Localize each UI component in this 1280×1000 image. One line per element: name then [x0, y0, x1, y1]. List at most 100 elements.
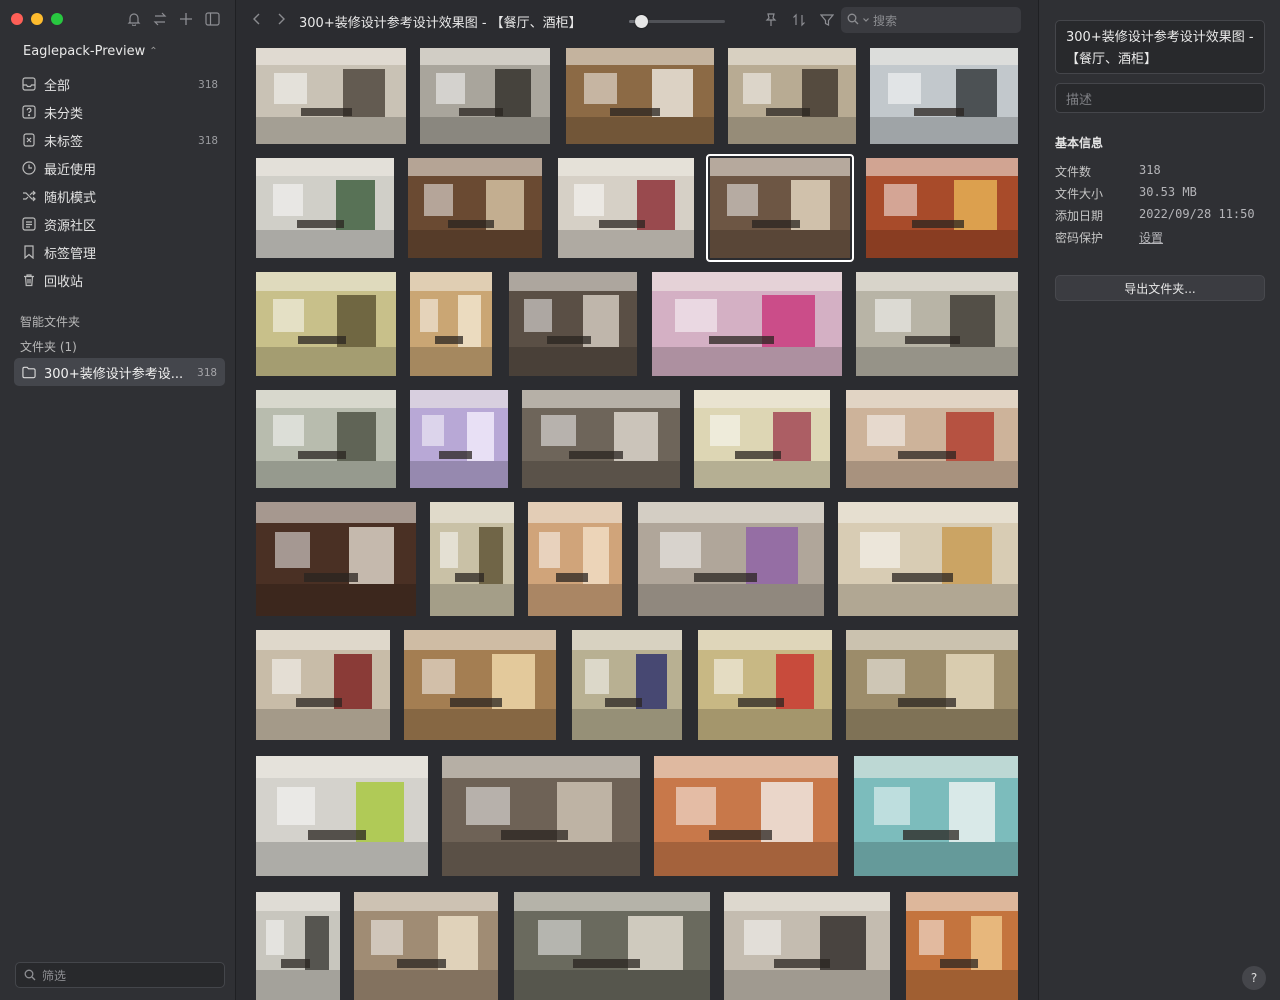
library-name: Eaglepack-Preview	[23, 44, 146, 59]
filter-input[interactable]: 筛选	[15, 962, 225, 988]
page-title: 300+装修设计参考设计效果图 - 【餐厅、酒柜】	[299, 16, 582, 31]
thumbnail[interactable]	[728, 48, 856, 144]
export-folder-button[interactable]: 导出文件夹...	[1055, 275, 1265, 301]
info-row-date-added: 添加日期 2022/09/28 11:50	[1055, 207, 1255, 224]
thumbnail[interactable]	[410, 390, 508, 488]
help-button[interactable]: ?	[1242, 966, 1266, 990]
thumbnail[interactable]	[256, 502, 416, 616]
thumbnail[interactable]	[256, 158, 394, 258]
history-nav	[252, 12, 286, 30]
library-switcher[interactable]: Eaglepack-Preview ⌃	[23, 44, 158, 59]
thumbnail[interactable]	[706, 154, 854, 262]
thumbnail[interactable]	[256, 756, 428, 876]
plus-icon[interactable]	[178, 11, 194, 27]
thumbnail[interactable]	[410, 272, 492, 376]
thumbnail[interactable]	[354, 892, 498, 1000]
info-value: 30.53 MB	[1139, 185, 1197, 199]
thumbnail[interactable]	[638, 502, 824, 616]
sidebar-item-recent[interactable]: 最近使用	[14, 154, 226, 182]
thumbnail[interactable]	[522, 390, 680, 488]
thumbnail[interactable]	[528, 502, 622, 616]
thumbnail[interactable]	[509, 272, 637, 376]
thumbnail[interactable]	[856, 272, 1018, 376]
sidebar-folder-item[interactable]: 300+装修设计参考设... 318	[14, 358, 225, 386]
sidebar-item-tag-manager[interactable]: 标签管理	[14, 238, 226, 266]
info-row-file-count: 文件数 318	[1055, 163, 1161, 180]
chevron-down-icon[interactable]	[862, 13, 870, 27]
swap-icon[interactable]	[152, 11, 168, 27]
sidebar-item-label: 未分类	[44, 106, 84, 122]
thumbnail[interactable]	[838, 502, 1018, 616]
sidebar-item-random[interactable]: 随机模式	[14, 182, 226, 210]
info-row-file-size: 文件大小 30.53 MB	[1055, 185, 1197, 202]
thumbnail[interactable]	[256, 272, 396, 376]
sidebar-item-uncategorized[interactable]: 未分类	[14, 98, 226, 126]
info-row-password: 密码保护 设置	[1055, 229, 1163, 246]
thumbnail-grid	[256, 48, 1018, 1000]
thumbnail[interactable]	[514, 892, 710, 1000]
search-icon	[847, 13, 859, 28]
info-key: 文件数	[1055, 165, 1092, 179]
thumbnail[interactable]	[654, 756, 838, 876]
thumbnail[interactable]	[572, 630, 682, 740]
thumbnail[interactable]	[906, 892, 1018, 1000]
thumbnail[interactable]	[566, 48, 714, 144]
zoom-window-button[interactable]	[51, 13, 63, 25]
sidebar-item-label: 未标签	[44, 134, 84, 150]
thumbnail[interactable]	[724, 892, 890, 1000]
minimize-window-button[interactable]	[31, 13, 43, 25]
search-input[interactable]: 搜索	[841, 7, 1021, 33]
forward-arrow-icon[interactable]	[276, 12, 286, 30]
info-value: 2022/09/28 11:50	[1139, 207, 1255, 221]
thumbnail[interactable]	[442, 756, 640, 876]
sidebar-item-all[interactable]: 全部 318	[14, 70, 226, 98]
zoom-slider-knob[interactable]	[635, 15, 648, 28]
tag-off-icon	[22, 133, 36, 147]
password-set-link[interactable]: 设置	[1139, 229, 1163, 246]
thumbnail[interactable]	[866, 158, 1018, 258]
sidebar-item-label: 标签管理	[44, 246, 97, 262]
sidebar-item-count: 318	[198, 133, 218, 147]
description-field[interactable]: 描述	[1055, 83, 1265, 113]
zoom-slider[interactable]	[629, 15, 725, 28]
thumbnail[interactable]	[420, 48, 550, 144]
thumbnail[interactable]	[256, 892, 340, 1000]
sidebar-item-label: 随机模式	[44, 190, 97, 206]
sidebar-item-community[interactable]: 资源社区	[14, 210, 226, 238]
thumbnail[interactable]	[430, 502, 514, 616]
thumbnail[interactable]	[870, 48, 1018, 144]
back-arrow-icon[interactable]	[252, 12, 262, 30]
smart-folders-heading[interactable]: 智能文件夹	[20, 313, 80, 330]
sidebar-item-trash[interactable]: 回收站	[14, 266, 226, 294]
sort-icon[interactable]	[791, 12, 807, 28]
thumbnail[interactable]	[256, 390, 396, 488]
thumbnail[interactable]	[846, 630, 1018, 740]
thumbnail[interactable]	[652, 272, 842, 376]
sidebar-item-label: 回收站	[44, 274, 84, 290]
search-icon	[24, 969, 36, 981]
thumbnail[interactable]	[404, 630, 556, 740]
filter-icon[interactable]	[819, 12, 835, 28]
sidebar-item-untagged[interactable]: 未标签 318	[14, 126, 226, 154]
sidebar-toggle-icon[interactable]	[204, 11, 220, 27]
thumbnail[interactable]	[558, 158, 694, 258]
close-window-button[interactable]	[11, 13, 23, 25]
trash-icon	[22, 273, 36, 287]
sidebar-item-label: 资源社区	[44, 218, 97, 234]
thumbnail[interactable]	[846, 390, 1018, 488]
inspector-panel: 300+装修设计参考设计效果图 - 【餐厅、酒柜】 描述 基本信息 文件数 31…	[1038, 0, 1280, 1000]
thumbnail[interactable]	[408, 158, 542, 258]
bell-icon[interactable]	[126, 11, 142, 27]
sidebar-nav: 全部 318 未分类 未标签 318 最近使用 随机模式 资源社区 标签管理 回…	[14, 70, 226, 294]
thumbnail[interactable]	[256, 630, 390, 740]
thumbnail[interactable]	[854, 756, 1018, 876]
thumbnail[interactable]	[698, 630, 832, 740]
folder-count: 318	[197, 365, 217, 379]
folders-heading[interactable]: 文件夹 (1)	[20, 338, 77, 355]
thumbnail[interactable]	[256, 48, 406, 144]
sidebar-toolbar	[126, 11, 220, 27]
thumbnail[interactable]	[694, 390, 830, 488]
pin-icon[interactable]	[763, 12, 779, 28]
view-tools	[763, 12, 835, 28]
folder-name-field[interactable]: 300+装修设计参考设计效果图 - 【餐厅、酒柜】	[1055, 20, 1265, 74]
